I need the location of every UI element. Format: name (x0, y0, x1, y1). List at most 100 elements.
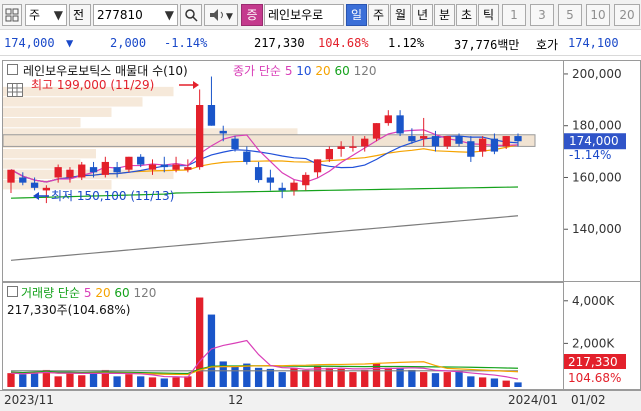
svg-text:▼: ▼ (226, 12, 233, 22)
candle-body (207, 105, 216, 126)
candle-body (313, 159, 322, 173)
stock-code-input[interactable]: 277810 ▼ (93, 4, 178, 26)
interval-button-20[interactable]: 20 (614, 4, 640, 26)
stock-name-field: 레인보우로 (264, 4, 344, 26)
code-prefix-select[interactable]: 전 (69, 4, 91, 26)
candle-body (254, 167, 263, 181)
period-tab-1[interactable]: 주 (368, 4, 389, 26)
ma-legend-prefix: 종가 단순 (233, 64, 281, 78)
volume-bar (54, 376, 62, 387)
candle-body (219, 130, 227, 134)
volume-bar (78, 375, 86, 387)
volume-bar (66, 373, 74, 387)
market-type-value: 주 (29, 8, 41, 22)
volume-bar (302, 369, 310, 387)
period-tab-2[interactable]: 월 (390, 4, 411, 26)
candle-body (243, 151, 251, 162)
candle-body (160, 164, 168, 168)
volume-bar (172, 377, 180, 387)
volume-profile-bar (3, 149, 96, 159)
volume-bar (361, 369, 369, 387)
volume-bar (349, 372, 357, 387)
volume-bar (490, 378, 499, 387)
vol-ma60-legend: 60 (114, 286, 130, 300)
candle-body (455, 136, 463, 144)
volume-bar (431, 373, 440, 387)
volume-bar (478, 377, 487, 387)
volume-profile-bar (3, 97, 143, 107)
volume-bar (420, 372, 428, 387)
candle-body (337, 146, 345, 149)
volume-pane-checkbox[interactable] (7, 286, 18, 297)
market-type-select[interactable]: 주 ▼ (25, 4, 67, 26)
volume-profile-bar (3, 159, 81, 169)
candle-body (148, 164, 157, 170)
high-arrow-head (193, 81, 199, 89)
vol-ma5-legend: 5 (83, 286, 92, 300)
margin-flag-badge: 증 (241, 4, 263, 26)
ma120-line (10, 215, 519, 261)
price-chart-pane[interactable]: 최고 199,000 (11/29) 최저 150,100 (11/13) 레인보… (2, 60, 564, 282)
period-tab-0[interactable]: 일 (346, 4, 367, 26)
candle-body (231, 138, 239, 149)
volume-bar (160, 378, 168, 387)
interval-button-3[interactable]: 3 (530, 4, 554, 26)
volume-bar (266, 368, 275, 387)
price-tick-label: 200,000 (572, 67, 622, 81)
volume-tick-label: 2,000K (572, 336, 615, 350)
volume-bar (278, 372, 286, 387)
candle-body (384, 115, 392, 124)
volume-tick-label: 4,000K (572, 294, 615, 308)
date-label-mid: 12 (228, 393, 244, 407)
interval-button-10[interactable]: 10 (586, 4, 610, 26)
volume-bar (89, 372, 98, 387)
price-chart[interactable]: 최고 199,000 (11/29) 최저 150,100 (11/13) (3, 61, 563, 281)
period-tab-6[interactable]: 틱 (478, 4, 499, 26)
speaker-icon: ▼ (210, 9, 233, 22)
change-down-icon: ▼ (66, 36, 74, 50)
price-change: 2,000 (110, 36, 147, 50)
volume-bar (514, 382, 522, 387)
candle-body (266, 177, 275, 183)
toolbar: 주 ▼ 전 277810 ▼ ▼ 증 레인보우로 일 주 월 년 분 초 틱 1 3 5 10 20 (0, 0, 641, 30)
sound-button[interactable]: ▼ (204, 4, 238, 26)
volume-bar (195, 297, 204, 387)
chevron-down-icon: ▼ (53, 8, 63, 22)
candle-body (325, 149, 334, 160)
period-tab-5[interactable]: 초 (456, 4, 477, 26)
code-prefix-value: 전 (73, 8, 85, 22)
candle-body (66, 169, 74, 178)
period-tab-3[interactable]: 년 (412, 4, 433, 26)
search-button[interactable] (180, 4, 202, 26)
volume-bar (231, 365, 239, 387)
volume-bar (443, 372, 451, 387)
cursor-date: 01/02 (571, 393, 606, 407)
pane-toggle-checkbox[interactable] (7, 64, 18, 75)
bid-label: 호가 (536, 38, 559, 52)
volume-profile-bar (3, 117, 81, 128)
bid-price: 174,100 (568, 36, 619, 50)
ma5-legend: 5 (284, 64, 293, 78)
candle-body (372, 123, 381, 139)
interval-button-1[interactable]: 1 (502, 4, 526, 26)
table-grid-icon[interactable] (7, 83, 23, 97)
candle-body (137, 156, 145, 165)
candle-body (467, 141, 475, 157)
candle-body (502, 136, 510, 147)
menu-grid-icon[interactable] (2, 4, 22, 26)
volume-value: 217,330 (254, 36, 305, 50)
volume-bar (408, 369, 416, 387)
candle-body (54, 167, 62, 178)
volume-bar (184, 376, 192, 387)
period-tab-4[interactable]: 분 (434, 4, 455, 26)
volume-bar (113, 376, 121, 387)
candle-body (30, 182, 39, 188)
volume-bar (502, 380, 510, 387)
interval-button-5[interactable]: 5 (558, 4, 582, 26)
candle-body (443, 136, 451, 147)
current-price: 174,000 (4, 36, 55, 50)
volume-legend: 거래량 단순 5 20 60 120 (21, 284, 156, 301)
volume-bar (337, 368, 345, 387)
candle-body (78, 164, 86, 178)
volume-chart-pane[interactable]: 거래량 단순 5 20 60 120 217,330주(104.68%) (2, 282, 564, 390)
